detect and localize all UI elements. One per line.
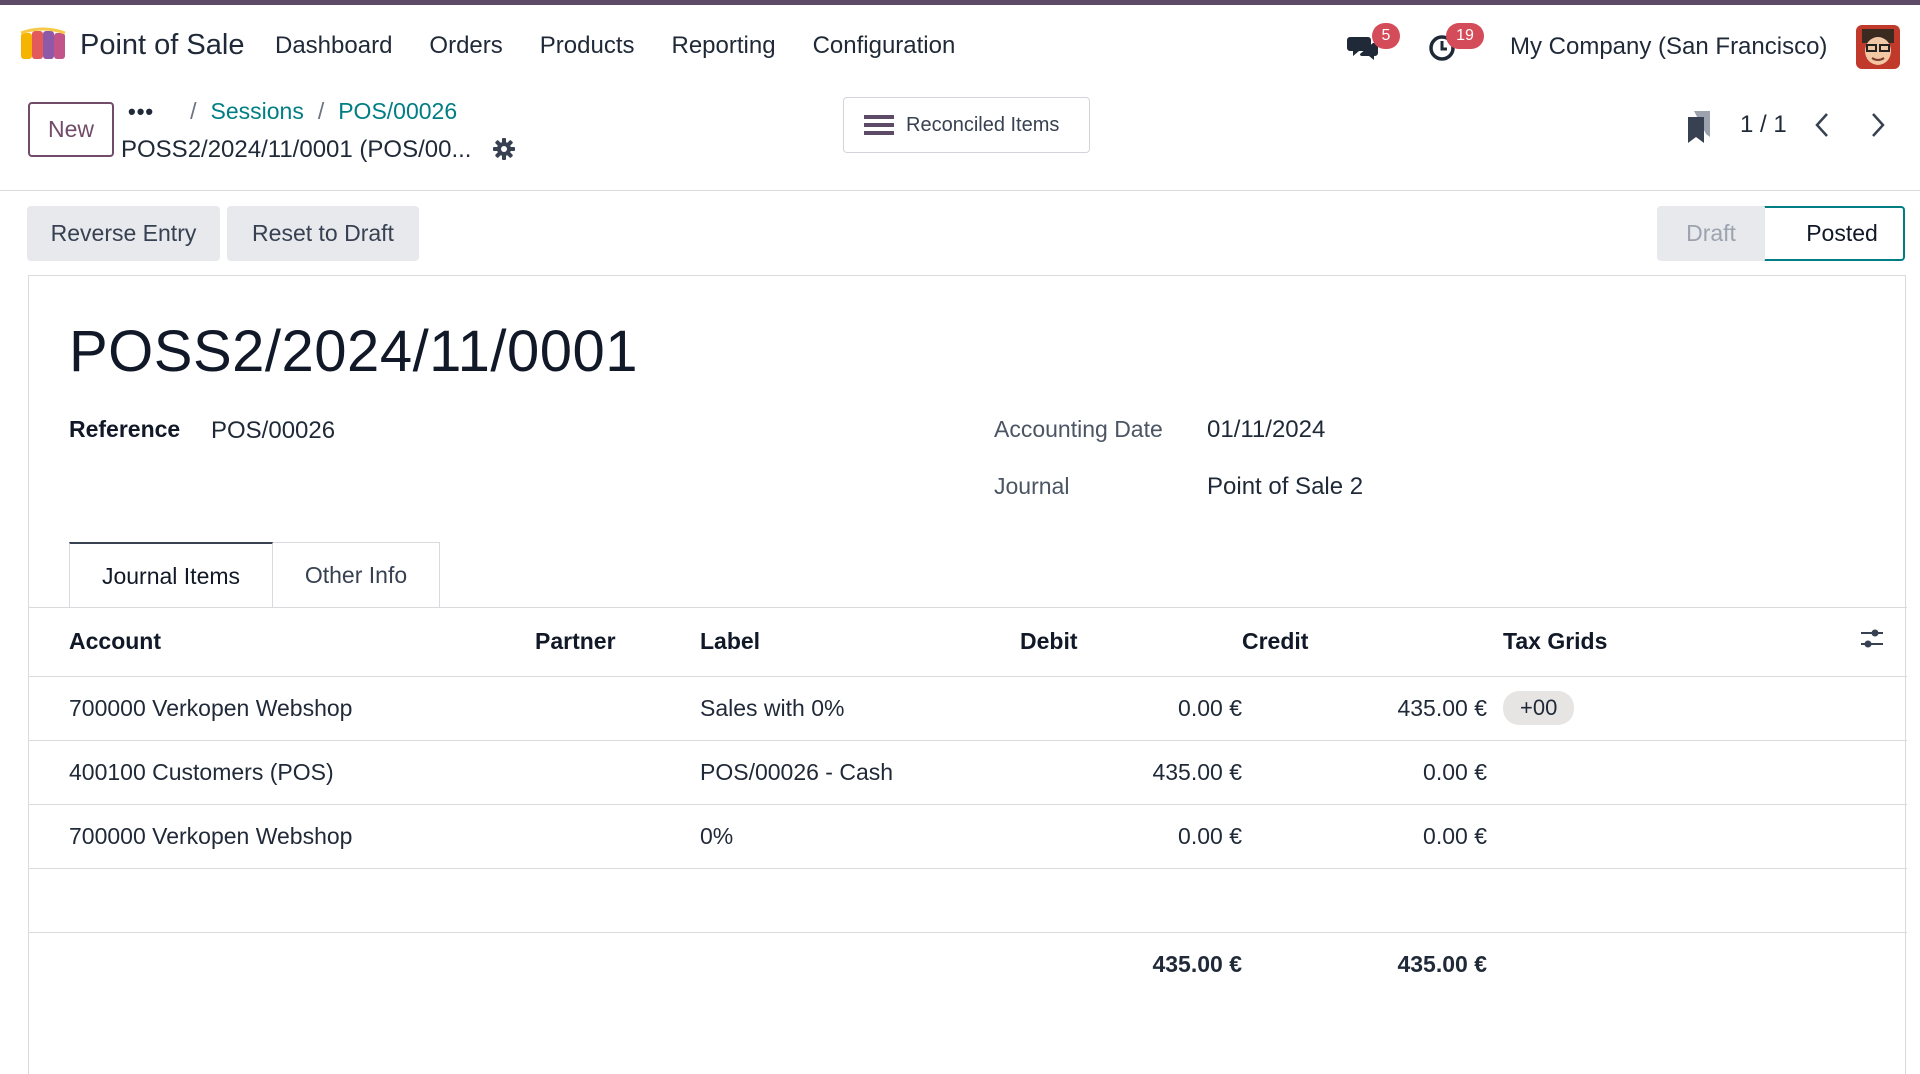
breadcrumb-separator: / xyxy=(190,98,197,124)
tab-other-info[interactable]: Other Info xyxy=(273,542,440,608)
row-spacer xyxy=(1859,804,1907,869)
table-header-row: Account Partner Label Debit Credit Tax G… xyxy=(29,608,1907,677)
pos-app-logo-icon[interactable] xyxy=(20,27,66,61)
breadcrumb: ••• / Sessions / POS/00026 xyxy=(128,98,457,125)
row-partner xyxy=(535,740,700,805)
notebook-tabs: Journal Items Other Info xyxy=(69,542,440,608)
record-title: POSS2/2024/11/0001 (POS/00... xyxy=(121,136,472,163)
total-debit: 435.00 € xyxy=(1152,950,1242,977)
row-credit: 435.00 € xyxy=(1242,676,1487,741)
breadcrumb-more-icon[interactable]: ••• xyxy=(128,99,154,125)
col-partner[interactable]: Partner xyxy=(535,608,700,677)
row-partner xyxy=(535,676,700,741)
tax-grid-tag[interactable]: +00 xyxy=(1503,691,1575,725)
journal-items-table: Account Partner Label Debit Credit Tax G… xyxy=(29,608,1907,996)
row-debit: 0.00 € xyxy=(1020,676,1242,741)
journal-field[interactable]: Point of Sale 2 xyxy=(1207,473,1363,501)
row-label: POS/00026 - Cash xyxy=(700,740,1020,805)
list-bars-icon xyxy=(864,115,894,135)
control-panel-divider xyxy=(0,190,1920,191)
totals-row: 435.00 € 435.00 € xyxy=(29,932,1907,996)
reconciled-items-label: Reconciled Items xyxy=(906,113,1060,136)
messages-count-badge: 5 xyxy=(1372,23,1400,49)
status-bar: Draft Posted xyxy=(1657,206,1905,261)
row-credit: 0.00 € xyxy=(1242,804,1487,869)
reverse-entry-button[interactable]: Reverse Entry xyxy=(27,206,220,261)
row-label: Sales with 0% xyxy=(700,676,1020,741)
col-debit[interactable]: Debit xyxy=(1020,608,1242,677)
col-credit[interactable]: Credit xyxy=(1242,608,1487,677)
row-tax-grids xyxy=(1487,804,1859,869)
row-account: 700000 Verkopen Webshop xyxy=(29,804,535,869)
chevron-right-icon[interactable] xyxy=(1868,110,1888,140)
bookmark-icon[interactable] xyxy=(1686,110,1714,144)
company-switcher[interactable]: My Company (San Francisco) xyxy=(1510,33,1827,61)
breadcrumb-sessions[interactable]: Sessions xyxy=(211,98,304,125)
col-account[interactable]: Account xyxy=(29,608,535,677)
reference-field[interactable]: POS/00026 xyxy=(211,417,335,445)
tab-journal-items[interactable]: Journal Items xyxy=(69,542,273,608)
row-spacer xyxy=(1859,740,1907,805)
app-name[interactable]: Point of Sale xyxy=(80,29,244,62)
reconciled-items-button[interactable]: Reconciled Items xyxy=(843,97,1090,153)
main-navbar: Point of Sale Dashboard Orders Products … xyxy=(0,5,1920,83)
menu-reporting[interactable]: Reporting xyxy=(672,32,776,60)
totals-spacer xyxy=(1487,932,1907,996)
top-menu: Dashboard Orders Products Reporting Conf… xyxy=(275,32,992,60)
menu-orders[interactable]: Orders xyxy=(429,32,502,60)
col-label[interactable]: Label xyxy=(700,608,1020,677)
row-spacer xyxy=(1859,676,1907,741)
menu-dashboard[interactable]: Dashboard xyxy=(275,32,392,60)
reference-label: Reference xyxy=(69,416,181,442)
menu-products[interactable]: Products xyxy=(540,32,635,60)
move-name: POSS2/2024/11/0001 xyxy=(69,319,639,384)
status-draft[interactable]: Draft xyxy=(1657,206,1765,261)
gear-icon[interactable] xyxy=(492,137,516,161)
totals-spacer xyxy=(29,932,1020,996)
row-label: 0% xyxy=(700,804,1020,869)
row-credit: 0.00 € xyxy=(1242,740,1487,805)
optional-columns-toggle[interactable] xyxy=(1859,608,1907,677)
row-partner xyxy=(535,804,700,869)
row-debit: 0.00 € xyxy=(1020,804,1242,869)
row-tax-grids xyxy=(1487,740,1859,805)
row-debit: 435.00 € xyxy=(1020,740,1242,805)
row-account: 700000 Verkopen Webshop xyxy=(29,676,535,741)
breadcrumb-session-pos00026[interactable]: POS/00026 xyxy=(338,98,457,125)
pager-value[interactable]: 1 / 1 xyxy=(1740,111,1787,139)
table-row[interactable]: 700000 Verkopen Webshop 0% 0.00 € 0.00 € xyxy=(29,804,1907,869)
accounting-date-label: Accounting Date xyxy=(994,416,1163,442)
table-row[interactable]: 400100 Customers (POS) POS/00026 - Cash … xyxy=(29,740,1907,805)
empty-cell xyxy=(29,868,1907,933)
chevron-left-icon[interactable] xyxy=(1812,110,1832,140)
status-posted[interactable]: Posted xyxy=(1765,206,1905,261)
column-settings-icon[interactable] xyxy=(1859,627,1885,651)
reset-to-draft-button[interactable]: Reset to Draft xyxy=(227,206,419,261)
col-tax-grids[interactable]: Tax Grids xyxy=(1487,608,1859,677)
new-button[interactable]: New xyxy=(28,102,114,157)
menu-configuration[interactable]: Configuration xyxy=(813,32,956,60)
row-account: 400100 Customers (POS) xyxy=(29,740,535,805)
table-row[interactable]: 700000 Verkopen Webshop Sales with 0% 0.… xyxy=(29,676,1907,741)
breadcrumb-separator: / xyxy=(317,98,325,124)
user-avatar[interactable] xyxy=(1856,25,1900,69)
empty-row xyxy=(29,868,1907,933)
accounting-date-field[interactable]: 01/11/2024 xyxy=(1207,416,1325,444)
row-tax-grids: +00 xyxy=(1487,676,1859,741)
total-credit: 435.00 € xyxy=(1397,950,1487,977)
journal-label: Journal xyxy=(994,473,1070,499)
form-sheet: POSS2/2024/11/0001 Reference POS/00026 A… xyxy=(28,275,1907,1074)
activities-count-badge: 19 xyxy=(1446,23,1484,49)
